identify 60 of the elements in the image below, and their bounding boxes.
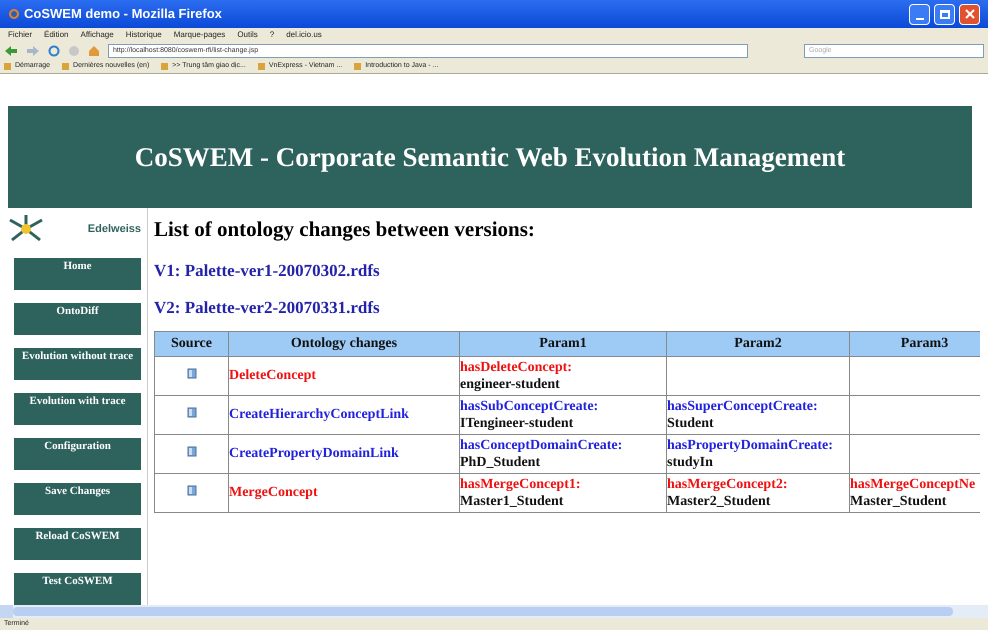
sidebar-button[interactable]: Save Changes [14,483,141,515]
close-icon [964,9,974,19]
sidebar-button[interactable]: Evolution with trace [14,393,141,425]
column-header: Param3 [850,331,980,356]
param-value: studyIn [668,454,714,470]
logo-text: Edelweiss [88,222,141,237]
close-button[interactable] [959,4,980,24]
sidebar-button[interactable]: Home [14,258,141,290]
param-value: Master1_Student [460,492,564,510]
param-value: Master_Student [850,492,948,510]
menu-item[interactable]: Outils [237,29,258,41]
document-icon [186,485,196,496]
table-cell: CreatePropertyDomainLink [228,434,460,473]
table-cell: CreateHierarchyConceptLink [228,395,460,434]
table-cell: DeleteConcept [228,356,460,395]
param-value: PhD_Student [460,454,542,470]
param-value: engineer-student [460,376,561,392]
document-icon [186,407,196,418]
column-header: Param2 [666,331,850,356]
param-label: hasSubConceptCreate: [460,398,600,414]
menu-item[interactable]: Fichier [8,29,32,41]
param-label: hasSuperConceptCreate: [668,398,819,414]
menu-item[interactable]: Marque-pages [174,29,226,41]
reload-icon[interactable] [48,45,60,57]
param-value: ITengineer-student [460,414,574,432]
param-label: hasPropertyDomainCreate: [668,436,834,454]
column-header: Source [154,331,228,356]
minimize-button[interactable] [909,4,930,24]
document-icon [186,368,196,379]
sidebar-button[interactable]: Configuration [14,438,141,470]
param-label: hasDeleteConcept: [460,358,573,376]
page-heading: List of ontology changes between versions: [154,216,536,243]
param-label: hasMergeConcept2: [668,476,789,492]
param-value: Master2_Student [668,492,772,510]
table-cell: MergeConcept [228,473,460,512]
maximize-button[interactable] [934,4,955,24]
window-title: CoSWEM demo - Mozilla Firefox [24,5,222,24]
version-link[interactable]: V2: Palette-ver2-20070331.rdfs [154,295,980,320]
flower-logo-icon [8,214,44,244]
sidebar-button[interactable]: Test CoSWEM [14,573,141,605]
document-icon [186,446,196,457]
sidebar-button[interactable]: Evolution without trace [14,348,141,380]
firefox-icon [8,8,20,20]
menu-item[interactable]: Affichage [80,29,114,41]
menu-item[interactable]: Historique [126,29,162,41]
sidebar-button[interactable]: OntoDiff [14,303,141,335]
param-label: hasMergeConcept1: [460,476,582,492]
param-label: hasMergeConceptNe [850,476,976,492]
menu-item[interactable]: Édition [44,29,68,41]
menu-item[interactable]: del.icio.us [286,29,322,41]
param-label: hasConceptDomainCreate: [460,436,624,454]
back-icon[interactable] [4,45,18,57]
banner-title: CoSWEM - Corporate Semantic Web Evolution Management [134,140,846,174]
menu-item[interactable]: ? [270,29,274,41]
home-icon[interactable] [88,45,100,57]
column-header: Param1 [460,331,666,356]
version-link[interactable]: V1: Palette-ver1-20070302.rdfs [154,258,980,283]
param-value: Student [668,414,715,432]
sidebar-button[interactable]: Reload CoSWEM [14,528,141,560]
column-header: Ontology changes [228,331,460,356]
